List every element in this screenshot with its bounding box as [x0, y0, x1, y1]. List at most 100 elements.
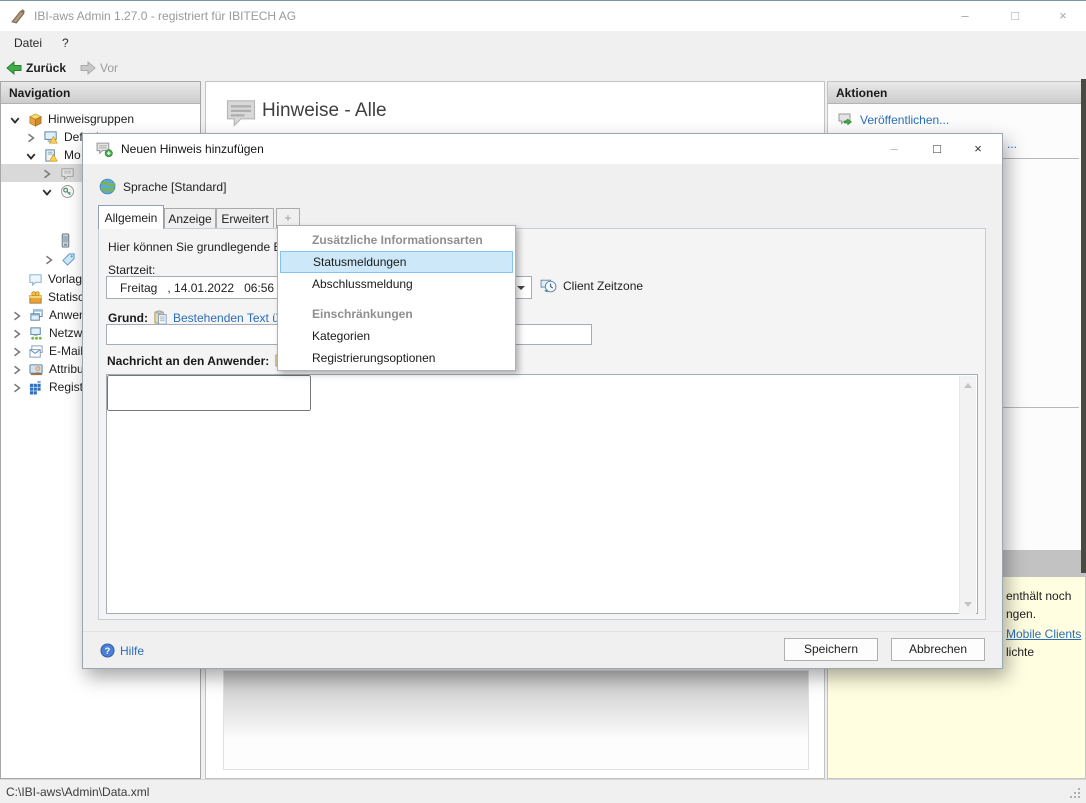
phone-icon	[58, 233, 73, 248]
tab-erweitert[interactable]: Erweitert	[216, 208, 274, 229]
menu-help[interactable]: ?	[58, 36, 73, 50]
window-title: IBI-aws Admin 1.27.0 - registriert für I…	[34, 9, 296, 23]
back-button-label: Zurück	[26, 61, 66, 75]
forward-arrow-icon	[80, 61, 96, 75]
vertical-scrollbar[interactable]	[959, 376, 976, 614]
dialog-close-button[interactable]: ×	[964, 138, 992, 160]
actions-header: Aktionen	[828, 82, 1085, 104]
cancel-button[interactable]: Abbrechen	[891, 638, 985, 661]
publish-action[interactable]: Veröffentlichen...	[838, 112, 949, 128]
chevron-down-icon[interactable]	[42, 187, 52, 197]
add-note-icon	[96, 141, 113, 158]
intro-text: Hier können Sie grundlegende Ei	[108, 240, 284, 254]
status-bar: C:\IBI-aws\Admin\Data.xml	[0, 779, 1086, 803]
tree-item-label: E-Mail	[49, 344, 83, 358]
client-timezone: Client Zeitzone	[540, 277, 643, 294]
publish-icon	[838, 112, 854, 128]
navigation-header: Navigation	[1, 82, 200, 104]
chevron-down-icon[interactable]	[26, 151, 36, 161]
client-timezone-label: Client Zeitzone	[563, 279, 643, 293]
tree-item-label: Anwen	[49, 308, 86, 322]
info-types-popup-menu: Zusätzliche Informationsarten Statusmeld…	[277, 225, 516, 371]
publish-link: Veröffentlichen...	[860, 113, 949, 127]
globe-icon	[99, 178, 116, 195]
dialog-minimize-button[interactable]: –	[880, 138, 908, 160]
note-text-line: enthält noch	[1006, 589, 1071, 603]
dialog-title: Neuen Hinweis hinzufügen	[121, 142, 264, 156]
dropdown-arrow-icon[interactable]	[517, 286, 525, 290]
back-arrow-icon	[6, 61, 22, 75]
note-bubble-icon	[60, 166, 75, 181]
scroll-up-icon[interactable]	[964, 383, 972, 388]
svg-text:?: ?	[105, 646, 111, 656]
statistics-icon	[28, 290, 43, 305]
content-preview-panel	[223, 670, 809, 770]
back-button[interactable]: Zurück	[6, 58, 66, 77]
menu-bar: Datei ?	[0, 31, 1086, 56]
chevron-right-icon[interactable]	[12, 311, 22, 321]
mobile-clients-link[interactable]: Mobile Clients	[1006, 627, 1081, 641]
language-label: Sprache [Standard]	[123, 180, 226, 194]
save-button[interactable]: Speichern	[784, 638, 878, 661]
message-textarea[interactable]	[107, 375, 311, 411]
note-text-line: ngen.	[1006, 607, 1036, 621]
menu-item-kategorien[interactable]: Kategorien	[278, 325, 515, 347]
window-close-button[interactable]: ×	[1048, 5, 1078, 27]
menu-item-statusmeldungen[interactable]: Statusmeldungen	[280, 251, 513, 273]
menu-header-einschraenkungen: Einschränkungen	[278, 304, 515, 325]
scroll-down-icon[interactable]	[964, 602, 972, 607]
clock-icon	[540, 277, 557, 294]
forward-button[interactable]: Vor	[80, 58, 118, 77]
tab-page-allgemein: Hier können Sie grundlegende Ei Startzei…	[98, 228, 986, 620]
reason-take-existing-link[interactable]: Bestehenden Text üb	[173, 311, 286, 325]
template-bubble-icon	[28, 272, 43, 287]
dialog-maximize-button[interactable]: □	[923, 138, 951, 160]
start-time-value: Freitag , 14.01.2022 06:56	[120, 281, 274, 295]
tree-item-hinweisgruppen[interactable]: Hinweisgruppen	[1, 110, 200, 128]
statusbar-path: C:\IBI-aws\Admin\Data.xml	[6, 785, 149, 799]
tree-item-label: Hinweisgruppen	[48, 112, 134, 126]
truncated-action-link[interactable]: ...	[1007, 137, 1017, 151]
note-text-line: lichte	[1006, 645, 1034, 659]
chevron-down-icon[interactable]	[10, 115, 20, 125]
help-action[interactable]: ? Hilfe	[100, 643, 144, 658]
start-time-label: Startzeit:	[108, 263, 155, 277]
language-selector[interactable]: Sprache [Standard]	[99, 178, 226, 195]
attributes-icon	[29, 362, 44, 377]
toolbar: Zurück Vor	[0, 56, 1086, 79]
chevron-right-icon[interactable]	[12, 365, 22, 375]
tab-anzeige[interactable]: Anzeige	[164, 208, 216, 229]
chevron-right-icon[interactable]	[12, 347, 22, 357]
chevron-right-icon[interactable]	[44, 255, 54, 265]
chevron-right-icon[interactable]	[12, 383, 22, 393]
tab-allgemein[interactable]: Allgemein	[98, 205, 164, 229]
menu-item-registrierungsoptionen[interactable]: Registrierungsoptionen	[278, 347, 515, 369]
applications-icon	[29, 308, 44, 323]
chevron-right-icon[interactable]	[26, 133, 36, 143]
paste-text-icon	[153, 310, 168, 325]
reason-label: Grund:	[108, 311, 148, 325]
dialog-footer: ? Hilfe Speichern Abbrechen	[83, 631, 1002, 668]
chevron-right-icon[interactable]	[42, 169, 52, 179]
menu-item-abschlussmeldung[interactable]: Abschlussmeldung	[278, 273, 515, 295]
tag-icon	[61, 252, 76, 267]
monitor-warning-icon	[44, 130, 59, 145]
page-title: Hinweise - Alle	[262, 100, 387, 122]
window-maximize-button[interactable]: □	[1000, 5, 1030, 27]
key-icon	[60, 184, 75, 199]
window-minimize-button[interactable]: –	[950, 5, 980, 27]
dialog-titlebar: Neuen Hinweis hinzufügen – □ ×	[83, 134, 1002, 164]
message-label: Nachricht an den Anwender:	[107, 354, 269, 368]
help-link: Hilfe	[120, 644, 144, 658]
menu-header-informationsarten: Zusätzliche Informationsarten	[278, 230, 515, 251]
clipboard-warning-icon	[44, 148, 59, 163]
network-icon	[29, 326, 44, 341]
menu-datei[interactable]: Datei	[10, 36, 46, 50]
message-row: Nachricht an den Anwender:	[107, 353, 289, 368]
app-icon	[10, 8, 27, 25]
tree-item-label: Mo	[64, 148, 81, 162]
package-icon	[28, 112, 43, 127]
window-titlebar: IBI-aws Admin 1.27.0 - registriert für I…	[0, 1, 1086, 31]
chevron-right-icon[interactable]	[12, 329, 22, 339]
resize-grip-icon[interactable]	[1068, 786, 1082, 800]
